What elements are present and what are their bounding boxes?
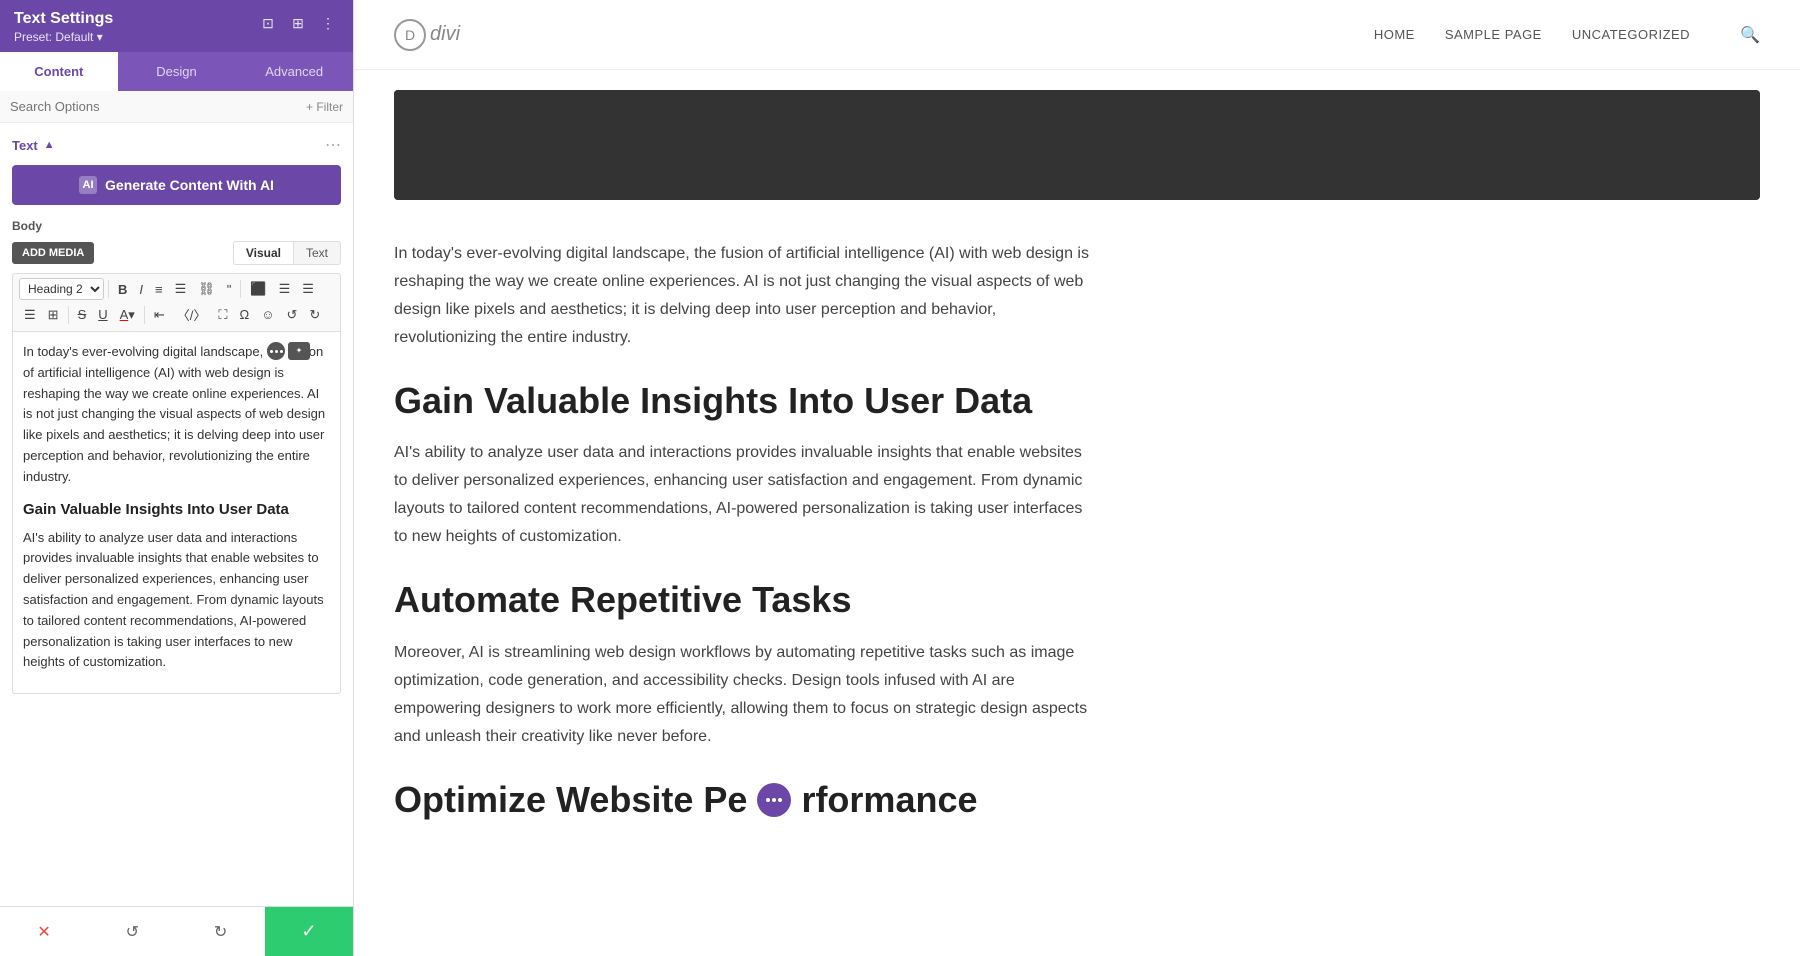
panel-title: Text Settings <box>14 10 113 28</box>
site-nav-links: HOME SAMPLE PAGE UNCATEGORIZED 🔍 <box>1374 25 1760 45</box>
save-button[interactable]: ✓ <box>265 907 353 956</box>
article-intro-text: In today's ever-evolving digital landsca… <box>394 240 1094 352</box>
cursor-indicator: ✦ <box>267 342 310 360</box>
section-title-label: Text <box>12 138 38 153</box>
nav-sample-page[interactable]: SAMPLE PAGE <box>1445 27 1542 42</box>
link-button[interactable]: ⛓ <box>193 278 220 300</box>
special-char-button[interactable]: Ω <box>234 304 254 325</box>
tab-text[interactable]: Text <box>294 241 341 265</box>
body-label: Body <box>12 219 341 233</box>
italic-button[interactable]: I <box>134 279 148 300</box>
tab-bar: Content Design Advanced <box>0 52 353 91</box>
toolbar-divider-4 <box>144 306 145 324</box>
editor-heading-1: Gain Valuable Insights Into User Data <box>23 498 330 522</box>
format-toolbar: Heading 2 B I ≡ ☰ ⛓ " ⬛ ☰ ☰ ☰ ⊞ S U A▾ ⇤… <box>12 273 341 332</box>
search-input[interactable] <box>10 99 306 114</box>
tab-visual[interactable]: Visual <box>233 241 294 265</box>
tab-design[interactable]: Design <box>118 52 236 91</box>
tab-content[interactable]: Content <box>0 52 118 91</box>
left-panel: Text Settings Preset: Default ▾ ⊡ ⊞ ⋮ Co… <box>0 0 354 956</box>
align-left-button[interactable]: ⬛ <box>245 278 271 300</box>
add-media-button[interactable]: ADD MEDIA <box>12 242 94 264</box>
code-inline-button[interactable]: 〈/〉 <box>172 302 212 327</box>
toolbar-divider-1 <box>108 280 109 298</box>
search-bar: + Filter <box>0 91 353 123</box>
align-center-button[interactable]: ☰ <box>274 278 296 300</box>
underline-button[interactable]: U <box>93 304 112 325</box>
nav-uncategorized[interactable]: UNCATEGORIZED <box>1572 27 1690 42</box>
heading-3-suffix: rformance <box>801 779 977 821</box>
tab-advanced[interactable]: Advanced <box>235 52 353 91</box>
section-title: Text ▲ <box>12 138 55 153</box>
redo-button[interactable]: ↻ <box>177 907 265 956</box>
blockquote-button[interactable]: " <box>222 279 237 300</box>
ordered-list-button[interactable]: ☰ <box>170 278 192 300</box>
panel-header-right: ⊡ ⊞ ⋮ <box>257 12 339 34</box>
article-heading-1: Gain Valuable Insights Into User Data <box>394 380 1094 421</box>
table-button[interactable]: ⊞ <box>43 304 64 326</box>
ai-generate-button[interactable]: AI Generate Content With AI <box>12 165 341 205</box>
panel-preset[interactable]: Preset: Default ▾ <box>14 30 113 44</box>
article-content: In today's ever-evolving digital landsca… <box>354 200 1134 893</box>
emoji-button[interactable]: ☺ <box>256 304 279 325</box>
section-header: Text ▲ ⋯ <box>12 135 341 155</box>
undo-button[interactable]: ↺ <box>88 907 176 956</box>
text-color-button[interactable]: A▾ <box>115 304 140 326</box>
article-subtext-1: AI's ability to analyze user data and in… <box>394 439 1094 551</box>
strikethrough-button[interactable]: S <box>73 304 92 325</box>
toolbar-divider-3 <box>68 306 69 324</box>
editor-paragraph-1: In today's ever-evolving digital landsca… <box>23 342 330 488</box>
fullscreen-icon[interactable]: ⊡ <box>257 12 279 34</box>
panel-content: Text ▲ ⋯ AI Generate Content With AI Bod… <box>0 123 353 906</box>
filter-button[interactable]: + Filter <box>306 100 343 114</box>
toolbar-divider-2 <box>240 280 241 298</box>
section-collapse-icon[interactable]: ▲ <box>44 139 55 151</box>
bottom-action-bar: ✕ ↺ ↻ ✓ <box>0 906 353 956</box>
visual-text-tabs: Visual Text <box>233 241 341 265</box>
redo-toolbar-button[interactable]: ↻ <box>304 304 325 326</box>
cancel-button[interactable]: ✕ <box>0 907 88 956</box>
fullscreen-editor-button[interactable]: ⛶ <box>213 304 232 326</box>
grid-icon[interactable]: ⊞ <box>287 12 309 34</box>
bullet-list-button[interactable]: ≡ <box>150 279 168 300</box>
site-logo: D divi <box>394 19 460 51</box>
article-heading-3: Optimize Website Pe rformance <box>394 779 1094 821</box>
article-heading-2: Automate Repetitive Tasks <box>394 579 1094 621</box>
align-justify-button[interactable]: ☰ <box>19 304 41 326</box>
article-subtext-2: Moreover, AI is streamlining web design … <box>394 639 1094 751</box>
logo-icon: D <box>394 19 426 51</box>
cursor-dot <box>267 342 285 360</box>
dot-3 <box>778 798 782 802</box>
undo-toolbar-button[interactable]: ↺ <box>281 304 302 326</box>
section-menu-icon[interactable]: ⋯ <box>325 135 341 155</box>
heading-3-prefix: Optimize Website Pe <box>394 779 747 821</box>
logo-text: divi <box>430 23 460 46</box>
panel-header-left: Text Settings Preset: Default ▾ <box>14 10 113 44</box>
dot-2 <box>772 798 776 802</box>
heading-select[interactable]: Heading 2 <box>19 278 104 300</box>
article-hero-image <box>394 90 1760 200</box>
panel-header: Text Settings Preset: Default ▾ ⊡ ⊞ ⋮ <box>0 0 353 52</box>
purple-badge <box>757 783 791 817</box>
editor-content[interactable]: ✦ In today's ever-evolving digital lands… <box>12 332 341 694</box>
align-right-button[interactable]: ☰ <box>297 278 319 300</box>
right-panel: D divi HOME SAMPLE PAGE UNCATEGORIZED 🔍 … <box>354 0 1800 956</box>
dot-1 <box>766 798 770 802</box>
nav-home[interactable]: HOME <box>1374 27 1415 42</box>
more-options-icon[interactable]: ⋮ <box>317 12 339 34</box>
site-nav: D divi HOME SAMPLE PAGE UNCATEGORIZED 🔍 <box>354 0 1800 70</box>
indent-decrease-button[interactable]: ⇤ <box>149 304 170 326</box>
cursor-handle: ✦ <box>288 342 310 360</box>
ai-button-label: Generate Content With AI <box>105 177 274 193</box>
preview-image-container <box>354 70 1800 200</box>
bold-button[interactable]: B <box>113 279 132 300</box>
ai-icon: AI <box>79 176 97 194</box>
editor-paragraph-2: AI's ability to analyze user data and in… <box>23 528 330 674</box>
editor-top-toolbar: ADD MEDIA Visual Text <box>12 241 341 265</box>
badge-dots <box>766 798 782 802</box>
nav-search-icon[interactable]: 🔍 <box>1740 25 1760 45</box>
